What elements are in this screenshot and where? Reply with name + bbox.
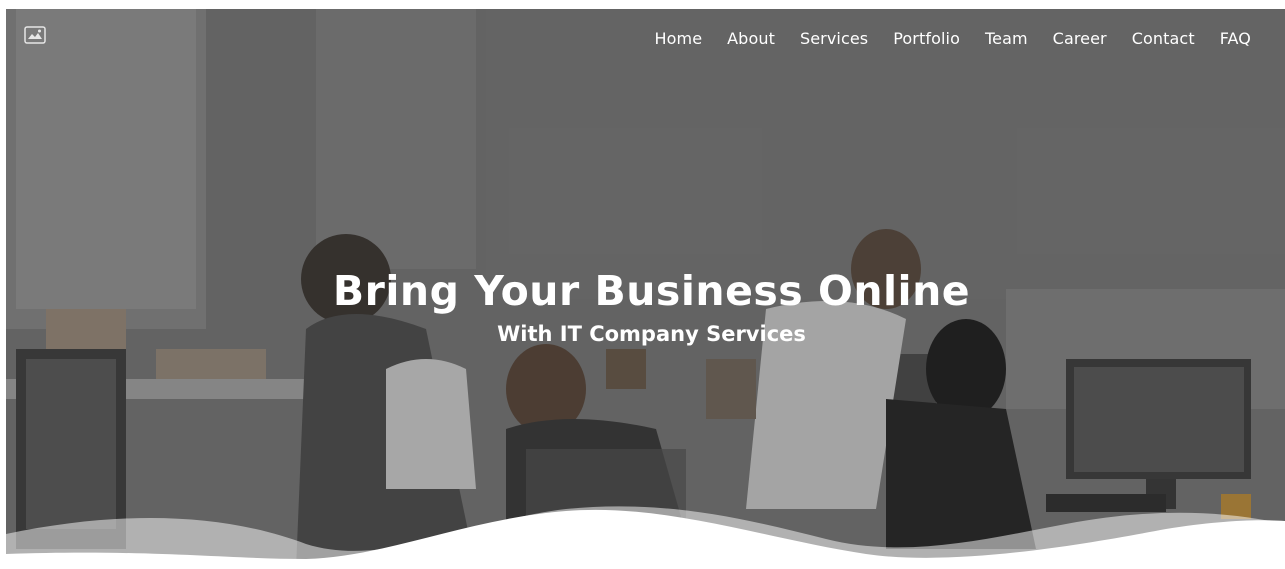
nav-link-home[interactable]: Home — [654, 29, 702, 48]
main-nav: Home About Services Portfolio Team Caree… — [629, 29, 1251, 48]
nav-link-team[interactable]: Team — [985, 29, 1028, 48]
nav-link-portfolio[interactable]: Portfolio — [893, 29, 960, 48]
nav-link-career[interactable]: Career — [1053, 29, 1107, 48]
nav-link-faq[interactable]: FAQ — [1220, 29, 1251, 48]
hero-title: Bring Your Business Online — [332, 267, 971, 315]
nav-link-contact[interactable]: Contact — [1132, 29, 1195, 48]
nav-link-about[interactable]: About — [727, 29, 775, 48]
broken-image-icon[interactable] — [24, 26, 46, 44]
hero-section: Home About Services Portfolio Team Caree… — [6, 9, 1285, 569]
hero-subtitle: With IT Company Services — [497, 322, 806, 346]
hero-wave-divider — [6, 506, 1285, 569]
nav-link-services[interactable]: Services — [800, 29, 868, 48]
